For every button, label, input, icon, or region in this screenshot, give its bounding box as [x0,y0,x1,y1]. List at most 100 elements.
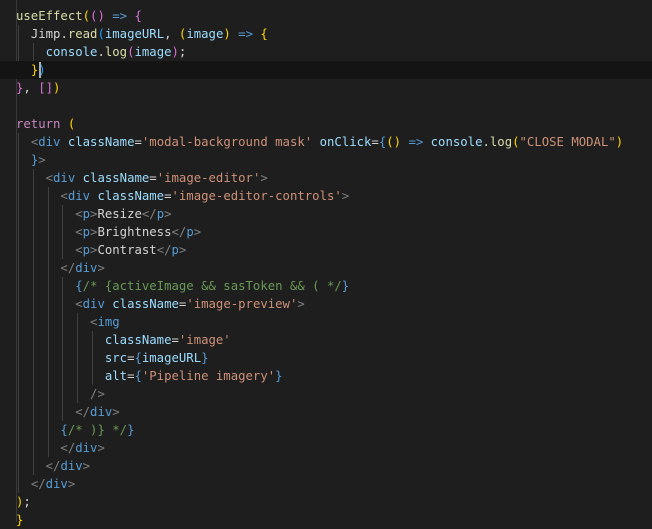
code-token: { [75,279,83,293]
code-token: </ [141,207,157,221]
code-token: ( [67,117,76,131]
code-token: </ [75,405,91,419]
code-editor[interactable]: useEffect(() => { Jimp.read(imageURL, (i… [0,0,652,527]
code-token: > [164,207,172,221]
code-token: log [104,45,128,59]
code-line[interactable]: </div> [0,475,652,493]
code-line[interactable]: <img [0,313,652,331]
code-token: 'modal-background mask' [141,135,313,149]
code-line[interactable]: }> [0,151,652,169]
code-token: > [341,189,350,203]
code-line[interactable]: <p>Resize</p> [0,205,652,223]
code-token: ( [386,135,394,149]
code-token: div [75,261,98,275]
code-token: => [112,9,128,23]
code-token: div [67,189,91,203]
code-token: < [75,207,83,221]
code-line[interactable]: <div className='image-editor'> [0,169,652,187]
code-line[interactable]: src={imageURL} [0,349,652,367]
code-token: ) [223,27,231,41]
code-token: className [112,297,179,311]
code-line[interactable]: Jimp.read(imageURL, (image) => { [0,25,652,43]
code-token: { [60,423,68,437]
code-token: } [201,351,209,365]
code-token: "CLOSE MODAL" [519,135,616,149]
code-token: ; [178,45,187,59]
code-token: [ [38,81,46,95]
code-line[interactable]: }) [0,61,652,79]
code-token: src [104,351,128,365]
code-line[interactable] [0,97,652,115]
code-token: p [82,225,91,239]
code-line[interactable]: return ( [0,115,652,133]
code-token: p [171,243,179,257]
code-token: > [97,441,105,455]
code-token: p [156,207,165,221]
code-line[interactable]: {/* {activeImage && sasToken && ( */} [0,277,652,295]
code-token: { [134,351,142,365]
code-token: = [171,333,179,347]
code-token: , [164,27,179,41]
code-line[interactable]: <p>Contrast</p> [0,241,652,259]
code-token: /* )} */ [67,423,128,437]
code-token: ( [512,135,520,149]
code-token: div [82,297,105,311]
code-token: </ [171,225,187,239]
code-token: = [371,135,379,149]
code-line[interactable]: useEffect(() => { [0,7,652,25]
code-token: < [75,243,83,257]
code-line[interactable]: className='image' [0,331,652,349]
code-token: } [16,513,24,527]
code-token: className [104,333,172,347]
code-line[interactable]: {/* )} */} [0,421,652,439]
code-token: > [260,171,268,185]
code-token: p [186,225,194,239]
code-token: => [238,27,253,41]
code-line[interactable]: <div className='image-preview'> [0,295,652,313]
code-line[interactable]: /> [0,385,652,403]
code-line[interactable]: console.log(image); [0,43,652,61]
code-token: </ [30,477,46,491]
code-line[interactable]: alt={'Pipeline imagery'} [0,367,652,385]
code-token: </ [60,441,76,455]
code-line[interactable]: <div className='image-editor-controls'> [0,187,652,205]
code-token: image [186,27,224,41]
code-token: 'image-editor' [156,171,261,185]
code-token: = [149,171,157,185]
code-line[interactable]: }, []) [0,79,652,97]
code-token: p [82,207,91,221]
code-line[interactable]: </div> [0,403,652,421]
code-line[interactable]: ); [0,493,652,511]
code-token: Brightness [97,225,172,239]
code-token: > [112,405,120,419]
code-line[interactable]: <div className='modal-background mask' o… [0,133,652,151]
code-token: . [482,135,490,149]
code-token: div [60,459,83,473]
code-token: > [178,243,187,257]
code-token: = [134,135,142,149]
code-line[interactable]: </div> [0,259,652,277]
code-line[interactable]: </div> [0,439,652,457]
code-line[interactable]: </div> [0,457,652,475]
code-line[interactable]: } [0,511,652,529]
code-token: ; [23,495,31,509]
code-token: } [341,279,350,293]
code-line[interactable]: <p>Brightness</p> [0,223,652,241]
code-token: div [38,135,61,149]
code-token: className [97,189,165,203]
code-token: > [38,153,46,167]
